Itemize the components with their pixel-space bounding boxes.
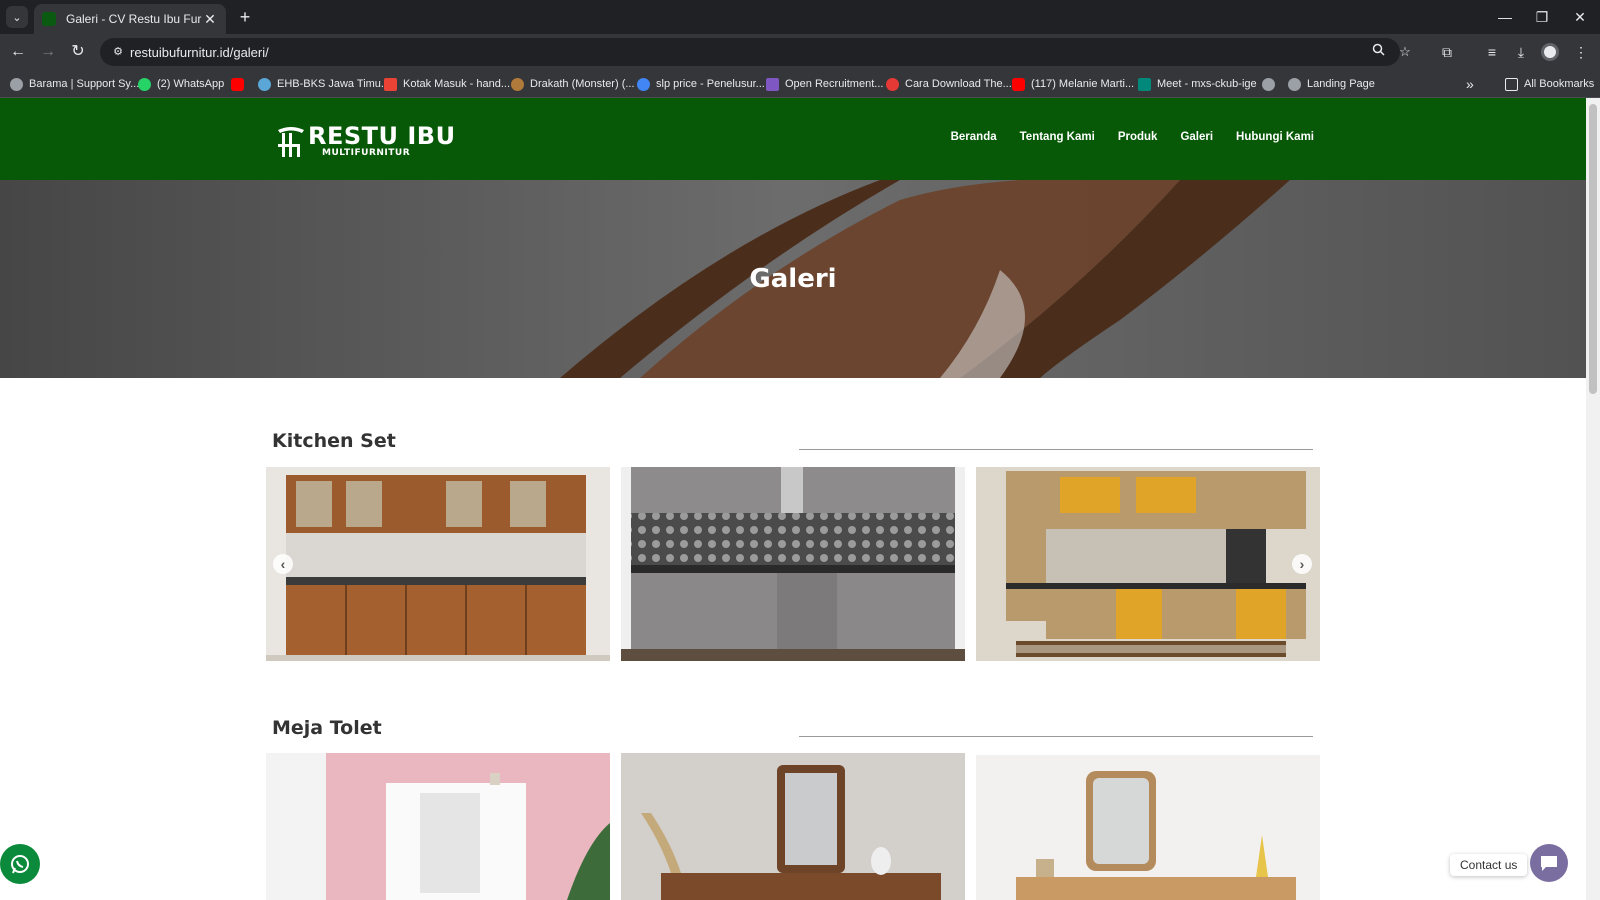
globe-icon — [1288, 77, 1301, 91]
nav-hubungi-kami[interactable]: Hubungi Kami — [1236, 131, 1314, 143]
bookmark-item[interactable] — [231, 76, 250, 92]
globe-icon — [10, 77, 23, 91]
site-header: RESTU IBU MULTIFURNITUR Beranda Tentang … — [0, 98, 1586, 180]
bookmark-item[interactable]: EHB-BKS Jawa Timu... — [258, 76, 390, 92]
hero-banner: Galeri — [0, 180, 1586, 378]
bookmark-star-icon[interactable]: ☆ — [1395, 42, 1415, 62]
chat-bubble-icon — [1541, 856, 1557, 871]
chair-logo-icon — [278, 127, 304, 157]
forms-icon — [766, 77, 779, 91]
bookmark-item[interactable]: Cara Download The... — [886, 76, 1012, 92]
page-viewport: RESTU IBU MULTIFURNITUR Beranda Tentang … — [0, 98, 1586, 900]
gallery-image-kitchen-2[interactable] — [621, 467, 965, 661]
gallery-image-kitchen-3[interactable] — [976, 467, 1320, 661]
bookmark-item[interactable]: slp price - Penelusur... — [637, 76, 765, 92]
section-divider — [799, 736, 1313, 737]
scrollbar-thumb[interactable] — [1589, 104, 1597, 394]
page-scrollbar[interactable] — [1586, 98, 1600, 900]
gallery-image-tolet-2[interactable] — [621, 753, 965, 900]
gallery-image-tolet-1[interactable] — [266, 753, 610, 900]
section-divider — [799, 449, 1313, 450]
nav-galeri[interactable]: Galeri — [1180, 131, 1213, 143]
bookmark-item[interactable]: Open Recruitment... — [766, 76, 883, 92]
nav-tentang-kami[interactable]: Tentang Kami — [1020, 131, 1095, 143]
logo-main-text: RESTU IBU — [308, 122, 456, 150]
download-icon[interactable]: ⤓ — [1510, 42, 1532, 62]
browser-tabbar: ⌄ Galeri - CV Restu Ibu Furniture ✕ + — … — [0, 0, 1600, 34]
page-title: Galeri — [749, 264, 837, 294]
media-controls-icon[interactable]: ≡ — [1481, 42, 1503, 62]
contact-us-label[interactable]: Contact us — [1450, 854, 1528, 876]
restore-button[interactable]: ❐ — [1527, 6, 1557, 28]
bookmark-item[interactable] — [1262, 76, 1281, 92]
contact-chat-button[interactable] — [1530, 844, 1568, 882]
back-button[interactable]: ← — [6, 41, 30, 63]
whatsapp-icon — [11, 855, 29, 874]
bookmarks-bar: Barama | Support Sy... (2) WhatsApp EHB-… — [0, 70, 1600, 98]
whatsapp-float-button[interactable] — [0, 844, 40, 884]
reload-button[interactable]: ↻ — [66, 41, 90, 63]
site-logo[interactable]: RESTU IBU MULTIFURNITUR — [276, 124, 456, 158]
tab-title: Galeri - CV Restu Ibu Furniture — [66, 12, 202, 26]
gallery-image-tolet-3[interactable] — [976, 755, 1320, 900]
bookmark-item[interactable]: Meet - mxs-ckub-ige — [1138, 76, 1257, 92]
carousel-next-button[interactable]: › — [1292, 554, 1312, 574]
tab-favicon-icon — [42, 12, 56, 26]
url-text[interactable]: restuibufurnitur.id/galeri/ — [130, 45, 269, 60]
bookmark-item[interactable]: Barama | Support Sy... — [10, 76, 139, 92]
zoom-icon[interactable] — [1368, 42, 1388, 62]
logo-sub-text: MULTIFURNITUR — [322, 148, 411, 158]
address-bar[interactable]: ⚙ restuibufurnitur.id/galeri/ ☆ — [100, 38, 1411, 66]
site-info-icon[interactable]: ⚙ — [110, 44, 126, 60]
main-nav: Beranda Tentang Kami Produk Galeri Hubun… — [951, 131, 1314, 143]
gallery-image-kitchen-1[interactable] — [266, 467, 610, 661]
active-tab[interactable]: Galeri - CV Restu Ibu Furniture ✕ — [34, 4, 226, 34]
minimize-button[interactable]: — — [1490, 6, 1520, 28]
tab-close-icon[interactable]: ✕ — [202, 11, 218, 28]
game-icon — [511, 77, 524, 91]
globe-icon — [258, 77, 271, 91]
whatsapp-icon — [138, 77, 151, 91]
section-title-meja-tolet: Meja Tolet — [272, 717, 382, 739]
gmail-icon — [384, 77, 397, 91]
globe-icon — [1262, 77, 1275, 91]
close-window-button[interactable]: ✕ — [1565, 6, 1595, 28]
youtube-icon — [231, 77, 244, 91]
youtube-icon — [1012, 77, 1025, 91]
carousel-prev-button[interactable]: ‹ — [273, 554, 293, 574]
bookmark-item[interactable]: Kotak Masuk - hand... — [384, 76, 510, 92]
bookmark-item[interactable]: (117) Melanie Marti... — [1012, 76, 1134, 92]
folder-icon — [1505, 77, 1518, 91]
bookmark-s-icon — [886, 77, 899, 91]
profile-avatar[interactable] — [1541, 43, 1559, 61]
menu-kebab-icon[interactable]: ⋮ — [1570, 42, 1592, 62]
new-tab-button[interactable]: + — [234, 6, 256, 28]
meet-icon — [1138, 77, 1151, 91]
browser-toolbar: ← → ↻ ⚙ restuibufurnitur.id/galeri/ ☆ ⧉ … — [0, 34, 1600, 70]
bookmark-item[interactable]: (2) WhatsApp — [138, 76, 224, 92]
nav-beranda[interactable]: Beranda — [951, 131, 997, 143]
tab-search-dropdown[interactable]: ⌄ — [6, 6, 28, 28]
all-bookmarks-button[interactable]: All Bookmarks — [1505, 76, 1594, 92]
more-bookmarks-button[interactable]: » — [1466, 76, 1474, 92]
google-icon — [637, 77, 650, 91]
bookmark-item[interactable]: Landing Page — [1288, 76, 1375, 92]
nav-produk[interactable]: Produk — [1118, 131, 1158, 143]
section-title-kitchen-set: Kitchen Set — [272, 430, 396, 452]
forward-button[interactable]: → — [36, 41, 60, 63]
bookmark-item[interactable]: Drakath (Monster) (... — [511, 76, 635, 92]
extensions-icon[interactable]: ⧉ — [1436, 42, 1458, 62]
